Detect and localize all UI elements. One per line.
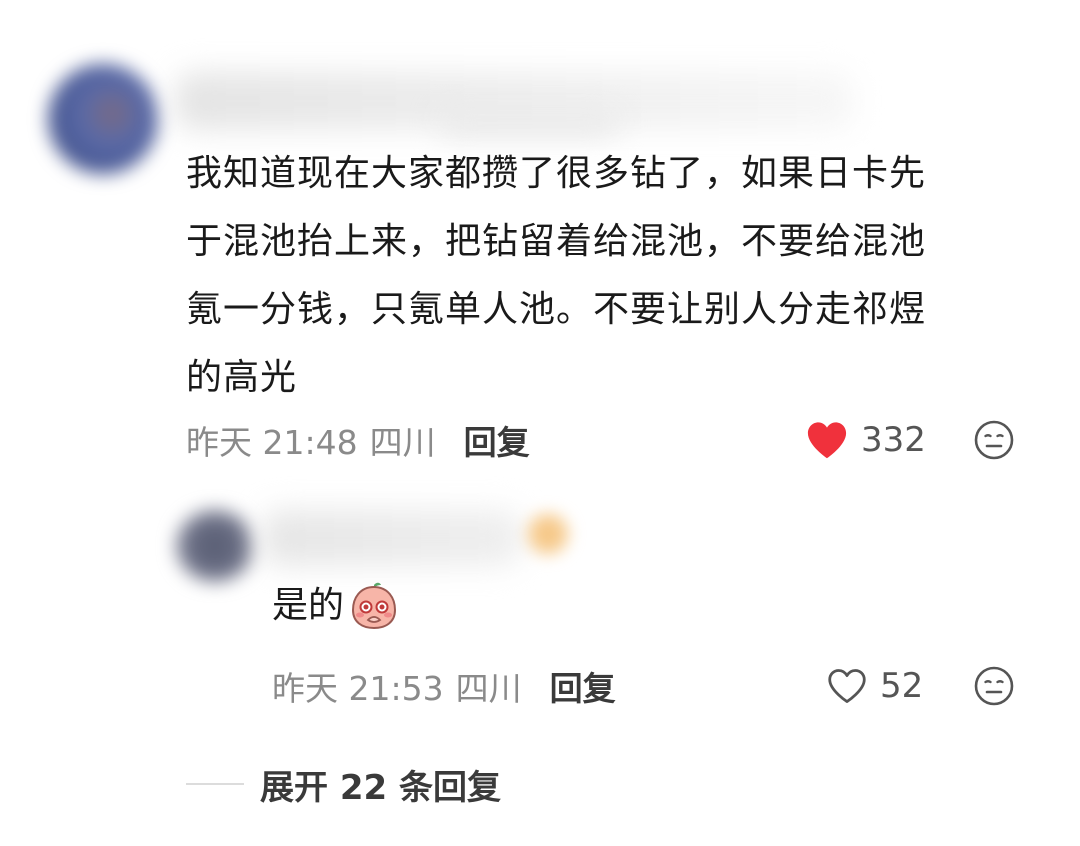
comment-location: 四川 — [369, 423, 436, 462]
comment-thread: 我知道现在大家都攒了很多钻了，如果日卡先 于混池抬上来，把钻留着给混池，不要给混… — [0, 0, 1080, 846]
comment-line: 的高光 — [186, 357, 298, 398]
reply-body: 是的 — [272, 580, 400, 632]
emoji-reaction-icon[interactable] — [973, 665, 1015, 707]
comment-meta: 昨天 21:48 四川 回复 — [186, 416, 530, 464]
reply-reply-button[interactable]: 回复 — [550, 662, 616, 710]
reply-like-button[interactable]: 52 — [826, 662, 923, 710]
comment-reply-button[interactable]: 回复 — [464, 416, 530, 464]
comment-timestamp: 昨天 21:48 — [186, 423, 358, 462]
emoji-reaction-icon[interactable] — [973, 419, 1015, 461]
reply-like-count: 52 — [880, 666, 924, 706]
comment-line: 于混池抬上来，把钻留着给混池，不要给混池 — [186, 221, 927, 262]
heart-filled-icon — [807, 422, 847, 459]
commenter-subtitle-blurred — [440, 110, 620, 136]
replier-avatar[interactable] — [176, 510, 254, 582]
replier-badge-blurred — [528, 514, 568, 554]
commenter-avatar[interactable] — [48, 64, 158, 174]
heart-outline-icon — [828, 669, 866, 703]
reply-timestamp: 昨天 21:53 — [272, 669, 444, 708]
reply-location: 四川 — [455, 669, 522, 708]
reply-meta: 昨天 21:53 四川 回复 — [272, 662, 616, 710]
reply-text: 是的 — [272, 585, 345, 626]
expand-replies-label: 展开 22 条回复 — [260, 767, 501, 808]
blushing-peach-sticker-icon — [352, 582, 397, 630]
divider-line — [186, 783, 244, 785]
comment-like-button[interactable]: 332 — [805, 416, 926, 464]
comment-line: 氪一分钱，只氪单人池。不要让别人分走祁煜 — [186, 289, 927, 330]
comment-line: 我知道现在大家都攒了很多钻了，如果日卡先 — [186, 153, 927, 194]
expand-replies-button[interactable]: 展开 22 条回复 — [186, 758, 501, 810]
comment-body: 我知道现在大家都攒了很多钻了，如果日卡先 于混池抬上来，把钻留着给混池，不要给混… — [186, 140, 1046, 412]
replier-username-blurred[interactable] — [262, 510, 522, 566]
comment-like-count: 332 — [861, 420, 926, 460]
